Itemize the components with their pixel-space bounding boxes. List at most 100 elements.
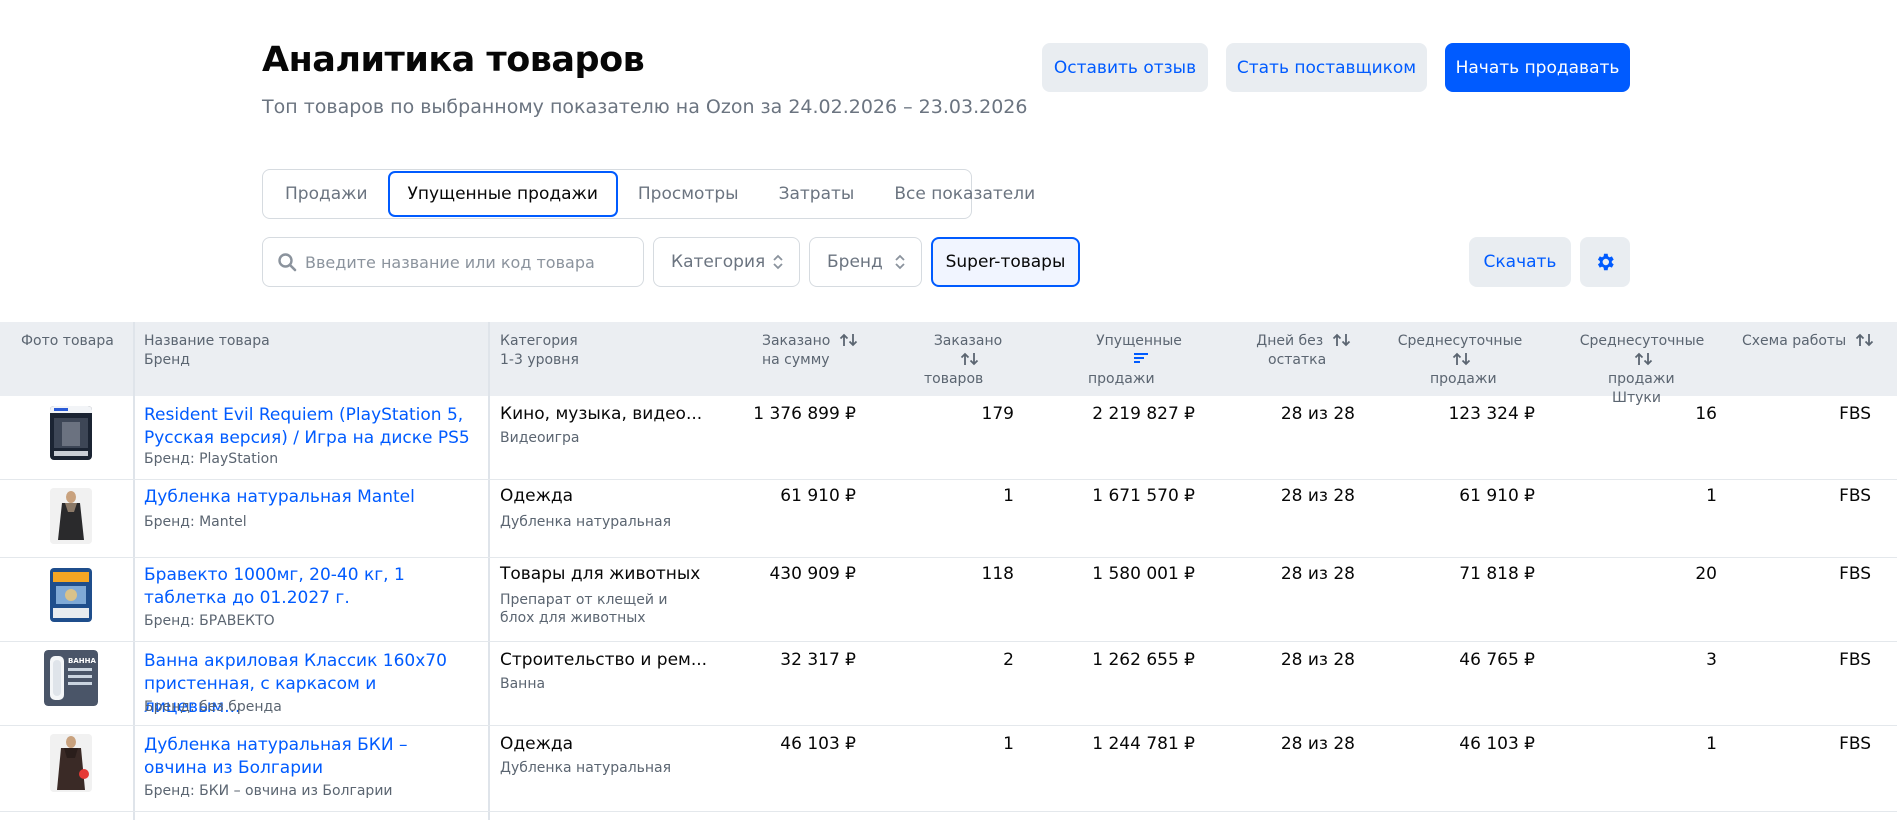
sort-icon[interactable] xyxy=(1634,351,1654,367)
avg-daily-qty-value: 1 xyxy=(1706,734,1717,754)
product-name-link[interactable]: Resident Evil Requiem (PlayStation 5, Ру… xyxy=(144,404,474,450)
table-row[interactable]: Дубленка натуральная Mantel Бренд: Mante… xyxy=(0,480,1897,558)
product-category: Кино, музыка, видео... xyxy=(500,404,703,424)
col-avg-label: Среднесуточные xyxy=(1397,333,1523,349)
search-input[interactable] xyxy=(305,252,625,272)
col-category-label: Категория xyxy=(500,333,578,349)
col-ordered-sum-label-2: на сумму xyxy=(762,352,830,368)
product-thumbnail[interactable] xyxy=(50,488,92,544)
lost-sales-value: 1 262 655 ₽ xyxy=(1092,650,1195,670)
page-subtitle: Топ товаров по выбранному показателю на … xyxy=(262,96,1028,118)
sort-icon[interactable] xyxy=(1855,332,1875,348)
ordered-qty-value: 179 xyxy=(981,404,1014,424)
col-category: Категория 1-3 уровня xyxy=(500,332,579,370)
product-thumbnail[interactable] xyxy=(50,406,92,460)
product-thumbnail[interactable] xyxy=(50,568,92,622)
product-name-link[interactable]: Дубленка натуральная Mantel xyxy=(144,486,474,509)
coat-photo-image xyxy=(50,734,92,792)
product-thumbnail[interactable] xyxy=(50,734,92,792)
product-name-link[interactable]: Дубленка натуральная БКИ – овчина из Бол… xyxy=(144,734,474,780)
product-thumbnail[interactable]: ВАННА xyxy=(44,650,98,706)
ordered-qty-value: 1 xyxy=(1003,734,1014,754)
become-supplier-button[interactable]: Стать поставщиком xyxy=(1226,43,1427,92)
product-category: Товары для животных xyxy=(500,564,701,584)
category-select-label: Категория xyxy=(671,252,766,272)
col-ordered-sum[interactable]: Заказано на сумму xyxy=(762,332,859,370)
col-days-label-2: остатка xyxy=(1268,352,1327,368)
bath-label: ВАННА xyxy=(68,657,96,665)
super-products-toggle[interactable]: Super-товары xyxy=(931,237,1080,287)
ordered-sum-value: 46 103 ₽ xyxy=(780,734,856,754)
table-row[interactable]: Дубленка натуральная БКИ – овчина из Бол… xyxy=(0,726,1897,812)
product-brand: Бренд: БКИ – овчина из Болгарии xyxy=(144,783,393,799)
settings-button[interactable] xyxy=(1580,237,1630,287)
download-button[interactable]: Скачать xyxy=(1469,237,1571,287)
ordered-sum-value: 61 910 ₽ xyxy=(780,486,856,506)
days-without-stock-value: 28 из 28 xyxy=(1280,564,1355,584)
product-subcategory: Препарат от клещей и блох для животных xyxy=(500,592,668,626)
sort-icon[interactable] xyxy=(960,351,980,367)
product-subcategory: Дубленка натуральная xyxy=(500,760,672,776)
col-ordered-sum-label: Заказано xyxy=(762,333,831,349)
sort-icon[interactable] xyxy=(1332,332,1352,348)
lost-sales-value: 2 219 827 ₽ xyxy=(1092,404,1195,424)
brand-select-label: Бренд xyxy=(827,252,883,272)
sort-icon[interactable] xyxy=(1452,351,1472,367)
days-without-stock-value: 28 из 28 xyxy=(1280,734,1355,754)
avg-daily-qty-value: 3 xyxy=(1706,650,1717,670)
table-row[interactable]: Бравекто 1000мг, 20-40 кг, 1 таблетка до… xyxy=(0,558,1897,642)
medicine-box-image xyxy=(50,568,92,622)
col-avgq-label: Среднесуточные xyxy=(1579,333,1705,349)
product-brand: Бренд: Mantel xyxy=(144,514,247,530)
product-name-link[interactable]: Бравекто 1000мг, 20-40 кг, 1 таблетка до… xyxy=(144,564,474,610)
tab-lost-sales[interactable]: Упущенные продажи xyxy=(387,171,618,217)
col-avg-daily-sales[interactable]: Среднесуточные продажи xyxy=(1384,332,1536,389)
product-category: Строительство и рем... xyxy=(500,650,708,670)
days-without-stock-value: 28 из 28 xyxy=(1280,486,1355,506)
avg-daily-sales-value: 46 103 ₽ xyxy=(1459,734,1535,754)
sort-icon[interactable] xyxy=(839,332,859,348)
product-subcategory: Видеоигра xyxy=(500,430,580,446)
product-brand: Бренд: БРАВЕКТО xyxy=(144,613,275,629)
tab-sales[interactable]: Продажи xyxy=(265,171,388,217)
ordered-qty-value: 2 xyxy=(1003,650,1014,670)
category-select[interactable]: Категория xyxy=(653,237,800,287)
product-brand: Бренд: PlayStation xyxy=(144,451,279,467)
tab-costs[interactable]: Затраты xyxy=(759,171,875,217)
brand-select[interactable]: Бренд xyxy=(809,237,922,287)
product-category: Одежда xyxy=(500,486,574,506)
col-days-without-stock[interactable]: Дней без остатка xyxy=(1256,332,1352,370)
lost-sales-value: 1 244 781 ₽ xyxy=(1092,734,1195,754)
scheme-value: FBS xyxy=(1839,734,1871,754)
col-avgq-label-2: продажи xyxy=(1608,371,1675,387)
ordered-qty-value: 118 xyxy=(981,564,1014,584)
ordered-sum-value: 430 909 ₽ xyxy=(769,564,856,584)
product-brand: Бренд: без бренда xyxy=(144,699,282,715)
col-lost-sales[interactable]: Упущенные продажи xyxy=(1084,332,1194,389)
start-selling-button[interactable]: Начать продавать xyxy=(1445,43,1630,92)
table-row[interactable]: ВАННА Ванна акриловая Классик 160х70 при… xyxy=(0,642,1897,726)
avg-daily-sales-value: 71 818 ₽ xyxy=(1459,564,1535,584)
ordered-sum-value: 1 376 899 ₽ xyxy=(753,404,856,424)
col-scheme[interactable]: Схема работы xyxy=(1742,332,1875,351)
scheme-value: FBS xyxy=(1839,564,1871,584)
tab-views[interactable]: Просмотры xyxy=(618,171,759,217)
col-ordered-qty[interactable]: Заказано товаров xyxy=(920,332,1016,389)
metric-tabs: Продажи Упущенные продажи Просмотры Затр… xyxy=(262,169,1035,219)
tab-all-metrics[interactable]: Все показатели xyxy=(874,171,1055,217)
col-name: Название товара Бренд xyxy=(144,332,270,370)
col-lost-sales-label-2: продажи xyxy=(1088,371,1155,387)
table-row[interactable]: Resident Evil Requiem (PlayStation 5, Ру… xyxy=(0,396,1897,480)
col-name-sub: Бренд xyxy=(144,352,190,368)
avg-daily-qty-value: 20 xyxy=(1695,564,1717,584)
bathtub-image: ВАННА xyxy=(44,650,98,706)
sort-desc-active-icon[interactable] xyxy=(1133,351,1149,365)
col-scheme-label: Схема работы xyxy=(1742,333,1847,349)
search-box[interactable] xyxy=(262,237,644,287)
col-avg-label-2: продажи xyxy=(1430,371,1497,387)
sort-updown-icon xyxy=(895,254,905,270)
col-category-sub: 1-3 уровня xyxy=(500,352,579,368)
product-subcategory: Дубленка натуральная xyxy=(500,514,672,530)
leave-feedback-button[interactable]: Оставить отзыв xyxy=(1042,43,1208,92)
col-ordered-qty-label: Заказано xyxy=(933,333,1003,349)
